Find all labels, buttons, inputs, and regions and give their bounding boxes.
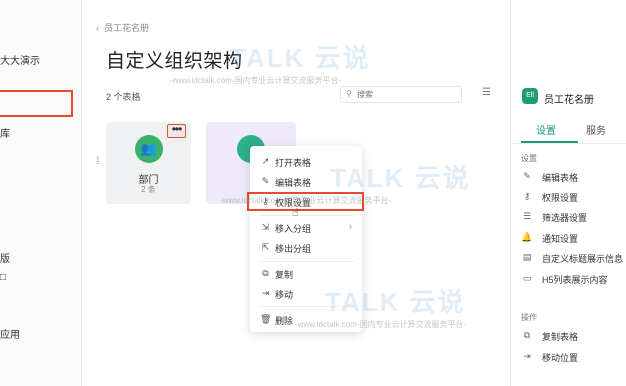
search-input[interactable]	[357, 89, 457, 100]
chevron-left-icon: ‹	[96, 23, 99, 33]
setting-edit-table[interactable]: ✎ 编辑表格	[521, 171, 626, 185]
more-options-button[interactable]: •••	[167, 123, 186, 138]
bell-icon: 🔔	[521, 232, 533, 242]
setting-h5-list[interactable]: ▭ H5列表展示内容	[521, 273, 626, 287]
page-title: 自定义组织架构	[106, 51, 243, 72]
setting-notifications[interactable]: 🔔 通知设置	[521, 232, 626, 246]
main-area: ‹员工花名册 自定义组织架构 2 个表格 ⚲ ☰ ⁞⁞ 👥 部门 2 条 •••…	[82, 0, 510, 386]
card-record-count: 2 条	[141, 185, 156, 194]
chevron-right-icon: ›	[349, 221, 352, 231]
move-in-icon: ⇲	[261, 222, 270, 232]
tab-services[interactable]: 服务	[586, 122, 606, 137]
database-icon: ☰	[522, 211, 532, 221]
menu-item-label: 编辑表格	[275, 178, 312, 188]
op-label: 复制表格	[542, 332, 579, 342]
key-icon: ⚷	[523, 191, 531, 201]
move-out-icon: ⇱	[261, 242, 270, 252]
tab-divider	[511, 143, 626, 144]
sidebar: 大大演示 库 版 □ 应用	[0, 0, 82, 386]
screen-icon: ▭	[522, 273, 532, 283]
panel-title: 员工花名册	[544, 95, 594, 106]
menu-item-label: 移出分组	[275, 244, 312, 254]
menu-item-label: 删除	[275, 316, 294, 326]
sidebar-item-demo[interactable]: 大大演示	[0, 52, 40, 67]
menu-item-label: 移动	[275, 290, 294, 300]
menu-divider	[258, 306, 354, 307]
setting-custom-title[interactable]: ▤ 自定义标题展示信息	[521, 252, 626, 266]
trash-icon: 🗑	[260, 314, 272, 324]
setting-permissions[interactable]: ⚷ 权限设置	[521, 191, 626, 205]
group-icon: 👥	[135, 135, 163, 163]
search-icon: ⚲	[346, 89, 352, 98]
search-box[interactable]: ⚲	[340, 86, 462, 103]
list-view-icon[interactable]: ☰	[482, 87, 491, 98]
copy-icon: ⧉	[523, 330, 531, 340]
menu-item-open-table[interactable]: ↗ 打开表格	[250, 152, 362, 171]
hand-cursor-icon: ☝	[292, 207, 299, 219]
menu-item-edit-table[interactable]: ✎ 编辑表格	[250, 172, 362, 191]
setting-label: 自定义标题展示信息	[542, 254, 624, 264]
menu-item-label: 打开表格	[275, 158, 312, 168]
sidebar-item-misc[interactable]: □	[0, 272, 6, 283]
sidebar-item-board[interactable]: 版	[0, 250, 10, 265]
menu-item-copy[interactable]: ⧉ 复制	[250, 264, 362, 283]
op-label: 移动位置	[542, 353, 579, 363]
layout-icon: ▤	[522, 252, 532, 262]
breadcrumb-label: 员工花名册	[104, 23, 150, 33]
menu-item-move-into-group[interactable]: ⇲ 移入分组 ›	[250, 218, 362, 237]
menu-item-permissions[interactable]: ⚷ 权限设置	[247, 192, 364, 211]
drag-handle-icon[interactable]: ⁞⁞	[96, 156, 99, 167]
op-copy-table[interactable]: ⧉ 复制表格	[521, 330, 626, 344]
move-icon: ⇥	[523, 351, 531, 361]
menu-divider	[258, 215, 354, 216]
tab-settings[interactable]: 设置	[536, 122, 556, 137]
menu-item-label: 移入分组	[275, 224, 312, 234]
pencil-icon: ✎	[261, 176, 270, 186]
menu-item-delete[interactable]: 🗑 删除	[250, 310, 362, 329]
key-icon: ⚷	[262, 196, 269, 206]
move-icon: ⇥	[261, 288, 270, 298]
setting-label: 筛选器设置	[542, 213, 588, 223]
right-panel: Ell 员工花名册 设置 服务 设置 ✎ 编辑表格 ⚷ 权限设置 ☰ 筛选器设置…	[510, 0, 626, 386]
setting-label: 权限设置	[542, 193, 579, 203]
settings-section-title: 设置	[521, 154, 537, 163]
context-menu: ↗ 打开表格 ✎ 编辑表格 ⚷ 权限设置 ⇲ 移入分组 › ⇱ 移出分组 ⧉ 复…	[247, 146, 364, 332]
pencil-icon: ✎	[523, 171, 531, 181]
sidebar-item-library[interactable]: 库	[0, 125, 10, 140]
open-icon: ↗	[261, 156, 270, 166]
menu-item-move-out-group[interactable]: ⇱ 移出分组	[250, 238, 362, 257]
setting-filter[interactable]: ☰ 筛选器设置	[521, 211, 626, 225]
menu-divider	[258, 261, 354, 262]
menu-item-move[interactable]: ⇥ 移动	[250, 284, 362, 303]
copy-icon: ⧉	[262, 268, 269, 278]
op-move-position[interactable]: ⇥ 移动位置	[521, 351, 626, 365]
sidebar-highlight-box[interactable]	[0, 90, 73, 117]
sidebar-item-apps[interactable]: 应用	[0, 326, 20, 341]
setting-label: 编辑表格	[542, 173, 579, 183]
table-count: 2 个表格	[106, 92, 141, 102]
setting-label: H5列表展示内容	[542, 275, 608, 285]
operations-section-title: 操作	[521, 313, 537, 322]
menu-item-label: 复制	[275, 270, 294, 280]
table-app-icon: Ell	[522, 88, 538, 104]
breadcrumb[interactable]: ‹ 员工花名册	[96, 21, 149, 34]
setting-label: 通知设置	[542, 234, 579, 244]
